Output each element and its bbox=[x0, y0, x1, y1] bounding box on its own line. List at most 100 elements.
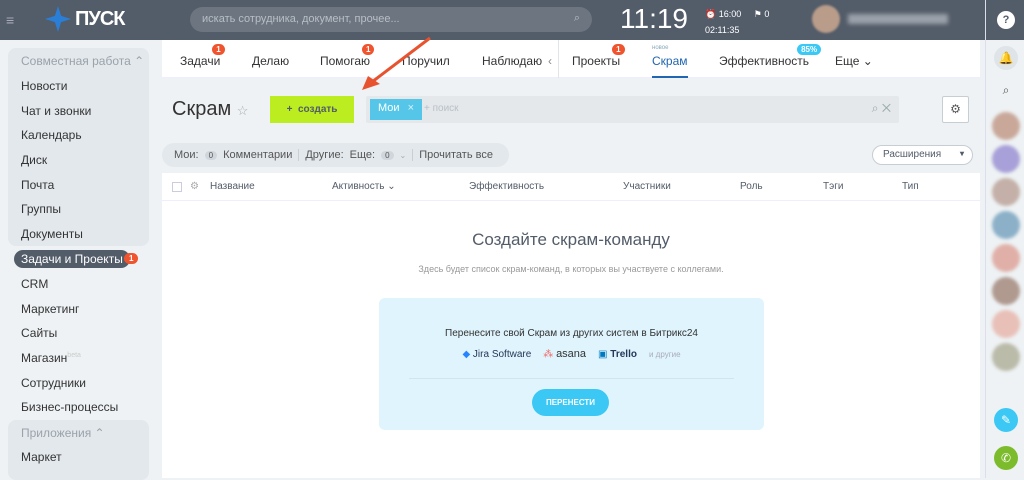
select-all-checkbox[interactable] bbox=[172, 182, 182, 192]
create-button[interactable]: + создать bbox=[270, 96, 354, 123]
tab-assigned[interactable]: Поручил bbox=[402, 54, 450, 68]
alarm-icon: ⏰ bbox=[705, 9, 717, 19]
help-button[interactable]: ? bbox=[986, 0, 1024, 40]
sidebar-item-tasks[interactable]: Задачи и Проекты bbox=[14, 250, 130, 268]
work-timer: 02:11:35 bbox=[705, 25, 740, 35]
column-name[interactable]: Название bbox=[210, 181, 255, 192]
tab-label: Эффективность bbox=[719, 54, 810, 68]
filter-chip-my[interactable]: Мои × bbox=[370, 99, 422, 120]
extensions-button[interactable]: Расширения ▾ bbox=[872, 145, 973, 165]
column-activity[interactable]: Активность ⌄ bbox=[332, 181, 396, 192]
extensions-label: Расширения bbox=[883, 149, 942, 160]
read-all-link[interactable]: Прочитать все bbox=[419, 149, 493, 161]
sidebar-item-market[interactable]: Маркет bbox=[21, 450, 62, 464]
menu-icon[interactable]: ≡ bbox=[6, 12, 14, 28]
sidebar-group-header[interactable]: Приложения ⌃ bbox=[21, 426, 105, 440]
migrate-button[interactable]: ПЕРЕНЕСТИ bbox=[532, 389, 609, 416]
new-tag: новое bbox=[652, 45, 669, 51]
flag-icon: ⚑ bbox=[753, 9, 762, 19]
sidebar-item-label: Задачи и Проекты bbox=[21, 252, 123, 266]
sidebar-item-calendar[interactable]: Календарь bbox=[21, 128, 82, 142]
chevron-down-icon[interactable]: ⌄ bbox=[400, 151, 407, 160]
sidebar-group-collab bbox=[8, 48, 149, 246]
tab-projects[interactable]: Проекты 1 bbox=[572, 44, 625, 68]
tab-tasks[interactable]: Задачи 1 bbox=[180, 44, 225, 68]
my-label: Мои: bbox=[174, 149, 199, 161]
column-type[interactable]: Тип bbox=[902, 181, 919, 192]
bell-icon[interactable]: 🔔 bbox=[994, 46, 1018, 70]
search-placeholder: искать сотрудника, документ, прочее... bbox=[202, 13, 400, 25]
tab-label: Проекты bbox=[572, 54, 621, 68]
tab-count-badge: 1 bbox=[612, 44, 625, 55]
column-settings-icon[interactable]: ⚙ bbox=[190, 181, 199, 192]
page-title: Скрам ☆ bbox=[172, 98, 248, 121]
user-menu[interactable] bbox=[812, 4, 982, 34]
sidebar-item-marketing[interactable]: Маркетинг bbox=[21, 302, 79, 316]
comments-count: 0 bbox=[204, 150, 218, 160]
column-members[interactable]: Участники bbox=[623, 181, 671, 192]
sidebar-item-disk[interactable]: Диск bbox=[21, 153, 47, 167]
more-counter[interactable]: Еще: bbox=[350, 149, 375, 161]
migrate-card: Перенесите свой Скрам из других систем в… bbox=[379, 298, 764, 430]
sidebar-item-chat[interactable]: Чат и звонки bbox=[21, 104, 91, 118]
tabs-bar: Задачи 1 Делаю Помогаю 1 Поручил Наблюдаю … bbox=[162, 40, 980, 78]
tab-efficiency[interactable]: Эффективность 85% bbox=[719, 44, 822, 68]
trello-logo: ▣ Trello bbox=[598, 348, 637, 360]
top-bar: ≡ ПУСК искать сотрудника, документ, проч… bbox=[0, 0, 985, 40]
star-icon[interactable]: ☆ bbox=[237, 103, 249, 118]
global-search-input[interactable]: искать сотрудника, документ, прочее... ⌕ bbox=[190, 7, 592, 32]
main-content: Задачи 1 Делаю Помогаю 1 Поручил Наблюдаю … bbox=[162, 40, 980, 478]
column-role[interactable]: Роль bbox=[740, 181, 763, 192]
table-header: ⚙ Название Активность ⌄ Эффективность Уч… bbox=[162, 173, 980, 201]
time-info[interactable]: ⏰ 16:00 ⚑ 0 02:11:35 bbox=[705, 6, 769, 38]
trello-label: Trello bbox=[610, 348, 637, 360]
clock[interactable]: 11:19 bbox=[620, 3, 688, 35]
divider bbox=[298, 149, 300, 161]
sidebar-item-news[interactable]: Новости bbox=[21, 79, 67, 93]
search-icon[interactable]: ⌕ bbox=[994, 78, 1018, 102]
contact-avatar[interactable] bbox=[992, 178, 1020, 206]
tab-more[interactable]: Еще ⌄ bbox=[835, 54, 873, 68]
column-efficiency[interactable]: Эффективность bbox=[469, 181, 544, 192]
divider bbox=[409, 378, 734, 379]
contact-avatar[interactable] bbox=[992, 211, 1020, 239]
comments-counter[interactable]: Комментарии bbox=[223, 149, 292, 161]
contact-avatar[interactable] bbox=[992, 310, 1020, 338]
sidebar-item-crm[interactable]: CRM bbox=[21, 277, 48, 291]
migrate-text: Перенесите свой Скрам из других систем в… bbox=[445, 328, 698, 339]
contact-avatar[interactable] bbox=[992, 277, 1020, 305]
logo[interactable]: ПУСК bbox=[45, 6, 125, 32]
column-tags[interactable]: Тэги bbox=[823, 181, 843, 192]
contact-avatar[interactable] bbox=[992, 112, 1020, 140]
contact-avatar[interactable] bbox=[992, 145, 1020, 173]
right-panel: ? 🔔 ⌕ ✎ ✆ bbox=[985, 0, 1024, 478]
dropdown-icon[interactable]: ▾ bbox=[960, 149, 964, 158]
settings-gear-button[interactable]: ⚙ bbox=[942, 96, 969, 123]
asana-label: asana bbox=[556, 348, 587, 360]
sidebar-group-header[interactable]: Совместная работа ⌃ bbox=[21, 54, 144, 68]
contact-avatar[interactable] bbox=[992, 343, 1020, 371]
collapse-tabs-icon[interactable]: ‹ bbox=[548, 54, 552, 68]
sidebar-item-mail[interactable]: Почта bbox=[21, 178, 54, 192]
search-clear-icons[interactable]: ⌕ ✕ bbox=[872, 101, 891, 116]
tab-scrum[interactable]: новое Скрам bbox=[652, 45, 688, 78]
chip-remove-icon[interactable]: × bbox=[408, 102, 414, 114]
sidebar-item-groups[interactable]: Группы bbox=[21, 202, 61, 216]
chat-icon[interactable]: ✎ bbox=[994, 408, 1018, 432]
sidebar-item-bizproc[interactable]: Бизнес-процессы bbox=[21, 400, 118, 414]
more-count: 0 bbox=[381, 150, 394, 160]
tab-doing[interactable]: Делаю bbox=[252, 54, 289, 68]
tab-helping[interactable]: Помогаю 1 bbox=[320, 44, 375, 68]
sidebar-item-employees[interactable]: Сотрудники bbox=[21, 376, 86, 390]
tab-watching[interactable]: Наблюдаю bbox=[482, 54, 542, 68]
filter-search-input[interactable]: Мои × + поиск ⌕ ✕ bbox=[366, 96, 899, 123]
phone-icon[interactable]: ✆ bbox=[994, 446, 1018, 470]
search-icon[interactable]: ⌕ bbox=[574, 12, 580, 25]
asana-logo: ⁂ asana bbox=[543, 348, 587, 360]
sidebar-item-label: Магазин bbox=[21, 351, 68, 365]
sidebar: Совместная работа ⌃ Новости Чат и звонки… bbox=[0, 40, 160, 480]
sidebar-item-documents[interactable]: Документы bbox=[21, 227, 83, 241]
contact-avatar[interactable] bbox=[992, 244, 1020, 272]
sidebar-item-shop[interactable]: Магазинbeta bbox=[21, 351, 81, 365]
sidebar-item-sites[interactable]: Сайты bbox=[21, 326, 57, 340]
